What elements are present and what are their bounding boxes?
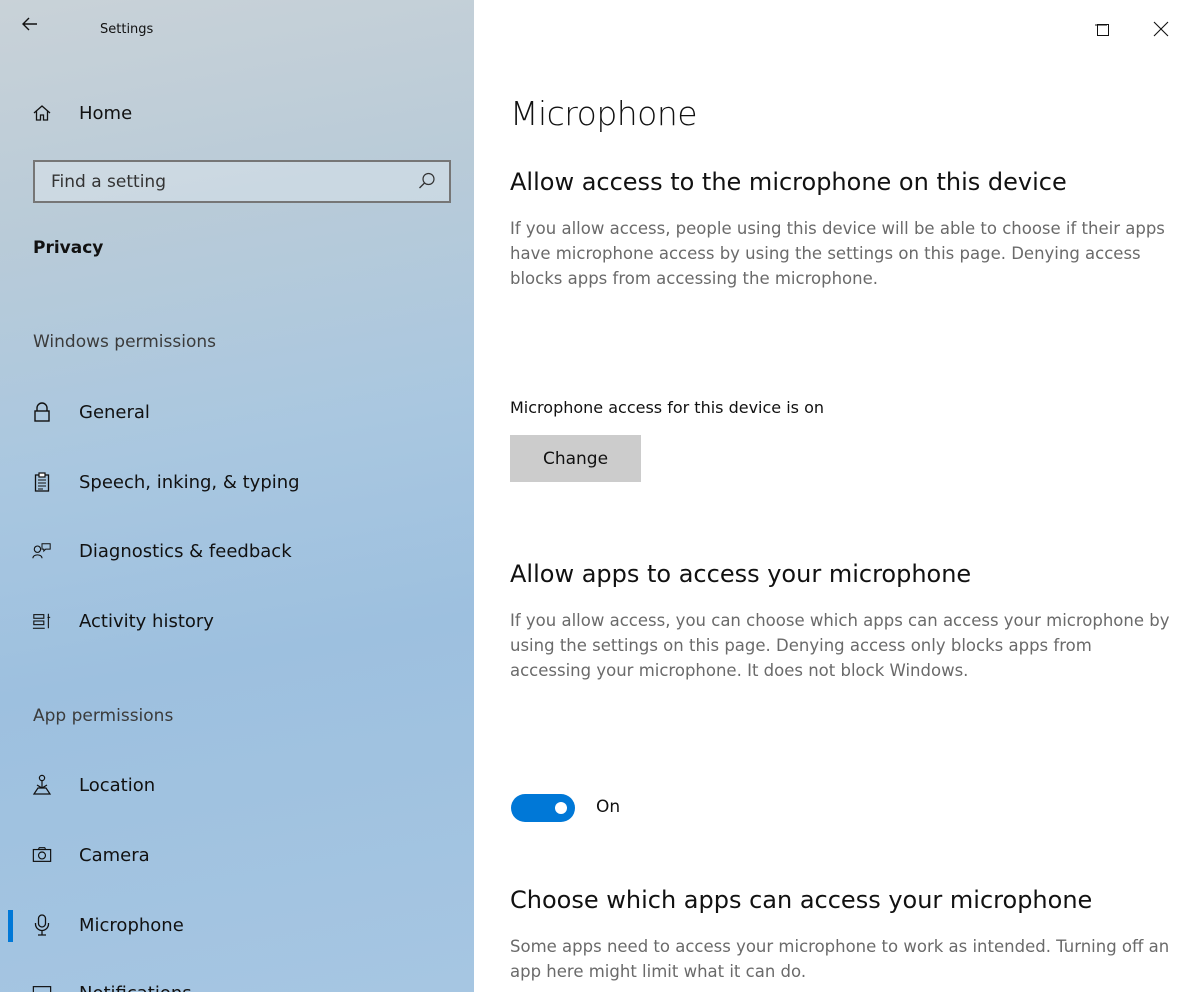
apps-access-toggle[interactable] [511,794,575,822]
clipboard-icon [32,471,52,493]
sidebar-item-label: General [79,401,150,423]
search-input[interactable]: Find a setting [33,160,451,203]
section-app-permissions: App permissions [33,706,174,726]
nav-home[interactable]: Home [0,91,474,135]
section-windows-permissions: Windows permissions [33,332,216,352]
maximize-icon [1096,22,1110,41]
change-button[interactable]: Change [510,435,641,482]
sidebar-item-label: Notifications [79,983,192,992]
main-content: Microphone Allow access to the microphon… [474,0,1187,992]
app-title: Settings [100,22,154,37]
sidebar-item-activity-history[interactable]: Activity history [0,599,474,643]
sidebar-item-speech[interactable]: Speech, inking, & typing [0,460,474,504]
microphone-icon [32,914,52,936]
sidebar-item-label: Diagnostics & feedback [79,540,292,562]
back-button[interactable] [22,16,62,48]
camera-icon [32,844,52,866]
location-icon [32,774,52,796]
sidebar-item-label: Microphone [79,914,184,936]
sidebar-item-camera[interactable]: Camera [0,833,474,877]
sidebar-item-microphone[interactable]: Microphone [0,903,474,947]
choose-apps-heading: Choose which apps can access your microp… [510,886,1093,914]
maximize-box[interactable] [1080,14,1126,48]
home-icon [32,102,52,124]
search-placeholder: Find a setting [51,172,166,192]
nav-home-label: Home [79,102,133,124]
toggle-state-label: On [596,797,621,817]
title-bar-left: Settings [0,0,474,64]
sidebar-item-label: Camera [79,844,150,866]
notifications-icon [32,982,52,992]
close-icon [1153,21,1169,41]
feedback-icon [32,540,52,562]
lock-icon [32,401,52,423]
search-icon[interactable] [417,171,437,191]
sidebar-item-label: Speech, inking, & typing [79,471,300,493]
sidebar-item-notifications[interactable]: Notifications [0,971,474,992]
sidebar-item-diagnostics[interactable]: Diagnostics & feedback [0,529,474,573]
close-button[interactable] [1138,14,1184,48]
category-title: Privacy [33,238,104,258]
sidebar-item-location[interactable]: Location [0,763,474,807]
device-access-heading: Allow access to the microphone on this d… [510,168,1067,196]
sidebar-item-label: Location [79,774,156,796]
sidebar-item-label: Activity history [79,610,214,632]
sidebar: Settings Home Find a setting Privacy Win… [0,0,474,992]
page-title: Microphone [510,94,698,133]
activity-icon [32,610,52,632]
device-access-status: Microphone access for this device is on [510,398,825,417]
apps-access-description: If you allow access, you can choose whic… [510,611,1170,680]
choose-apps-description: Some apps need to access your microphone… [510,937,1170,981]
apps-access-heading: Allow apps to access your microphone [510,560,972,588]
device-access-description: If you allow access, people using this d… [510,219,1165,288]
toggle-knob [555,802,567,814]
back-arrow-icon [22,16,38,35]
sidebar-item-general[interactable]: General [0,390,474,434]
